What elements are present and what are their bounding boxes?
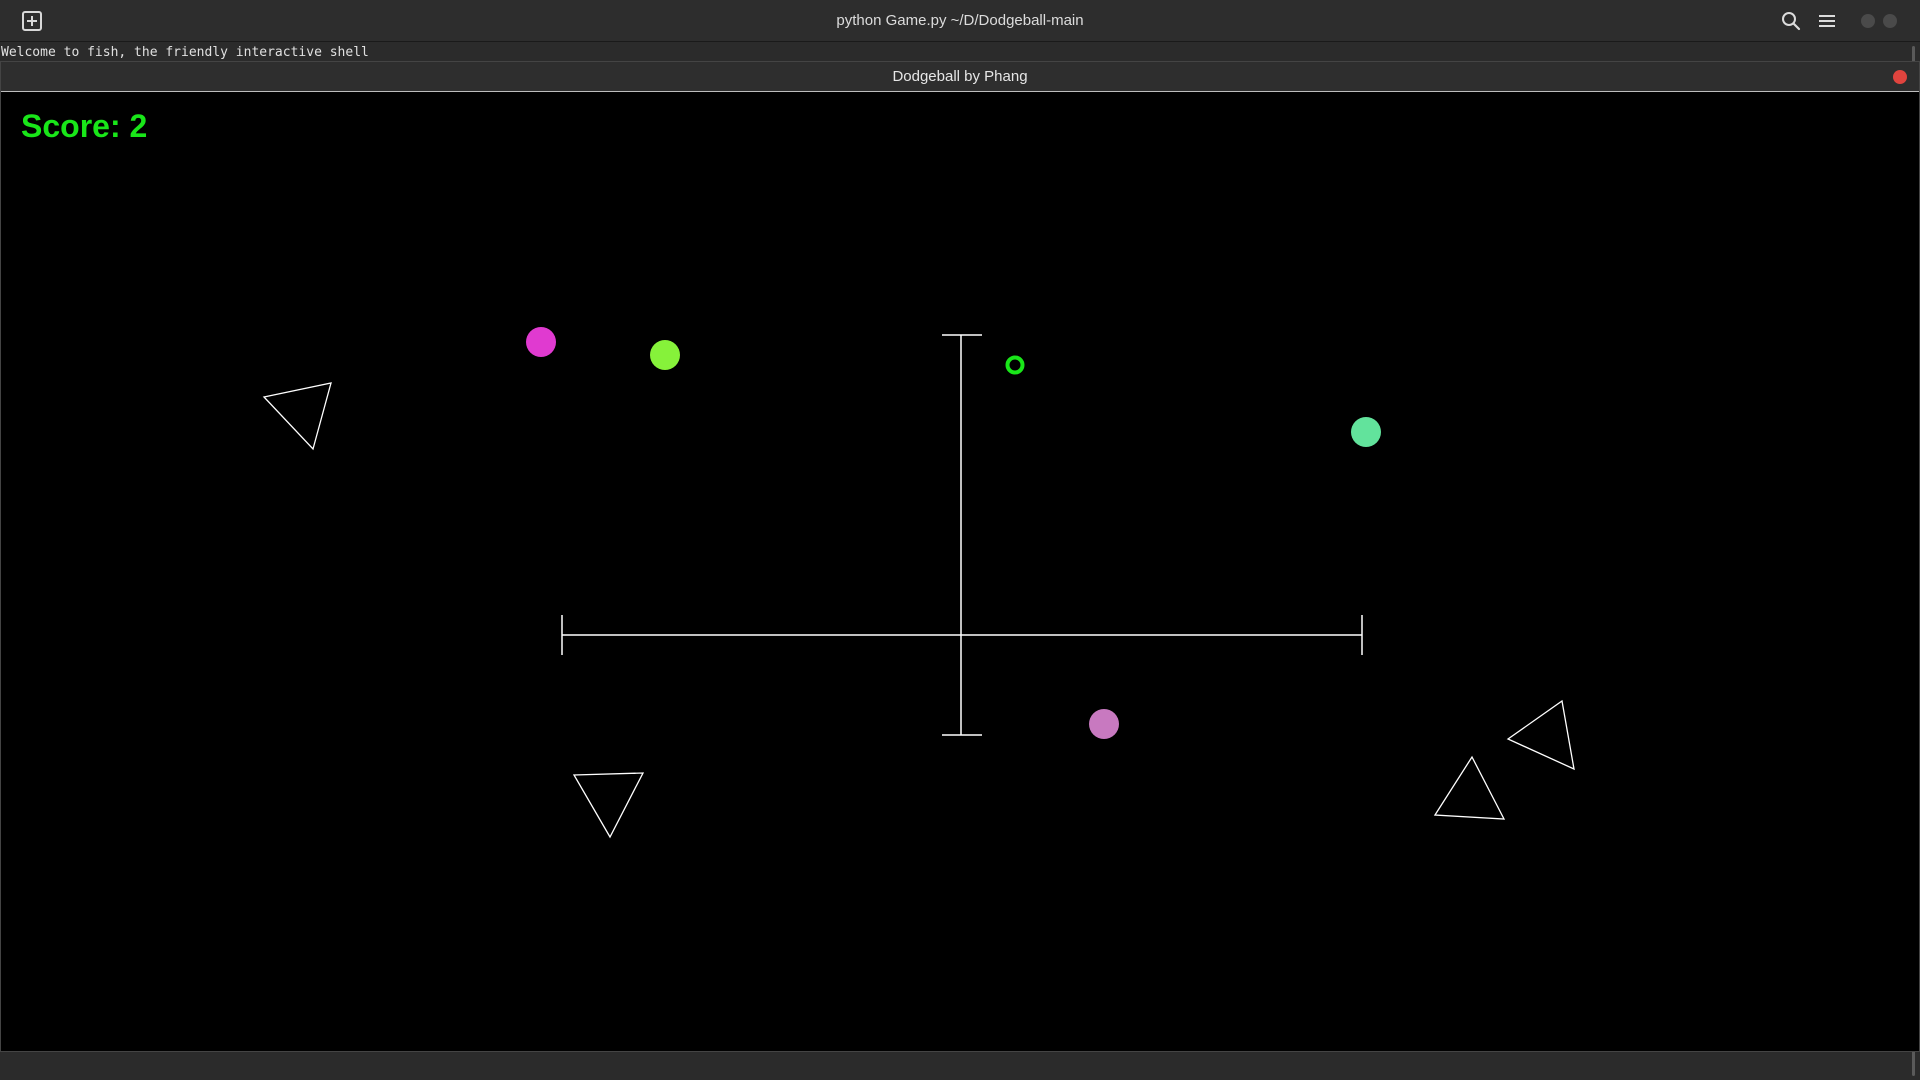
hamburger-menu-icon[interactable] [1816,11,1838,31]
terminal-titlebar: python Game.py ~/D/Dodgeball-main [0,0,1920,42]
game-window: Dodgeball by Phang Score: 2 [0,61,1920,1052]
game-scene [262,327,1575,839]
terminal-title: python Game.py ~/D/Dodgeball-main [836,12,1084,29]
crosshair [561,334,1363,736]
game-titlebar: Dodgeball by Phang [1,62,1919,92]
ball-mint [1351,417,1381,447]
ball-lime [650,340,680,370]
maximize-button[interactable] [1883,14,1897,28]
minimize-button[interactable] [1861,14,1875,28]
score-label: Score: 2 [21,108,148,144]
player-ring [1005,355,1025,375]
game-close-button[interactable] [1893,70,1907,84]
ball-magenta [526,327,556,357]
enemy-triangle [1433,755,1506,820]
terminal-welcome-line: Welcome to fish, the friendly interactiv… [1,45,369,60]
game-window-title: Dodgeball by Phang [892,68,1028,85]
game-canvas[interactable]: Score: 2 [2,92,1918,1051]
enemy-triangle [1506,699,1575,771]
ball-pink [1089,709,1119,739]
enemy-triangle [262,382,332,451]
enemy-triangle [572,772,645,839]
search-icon[interactable] [1781,11,1801,31]
